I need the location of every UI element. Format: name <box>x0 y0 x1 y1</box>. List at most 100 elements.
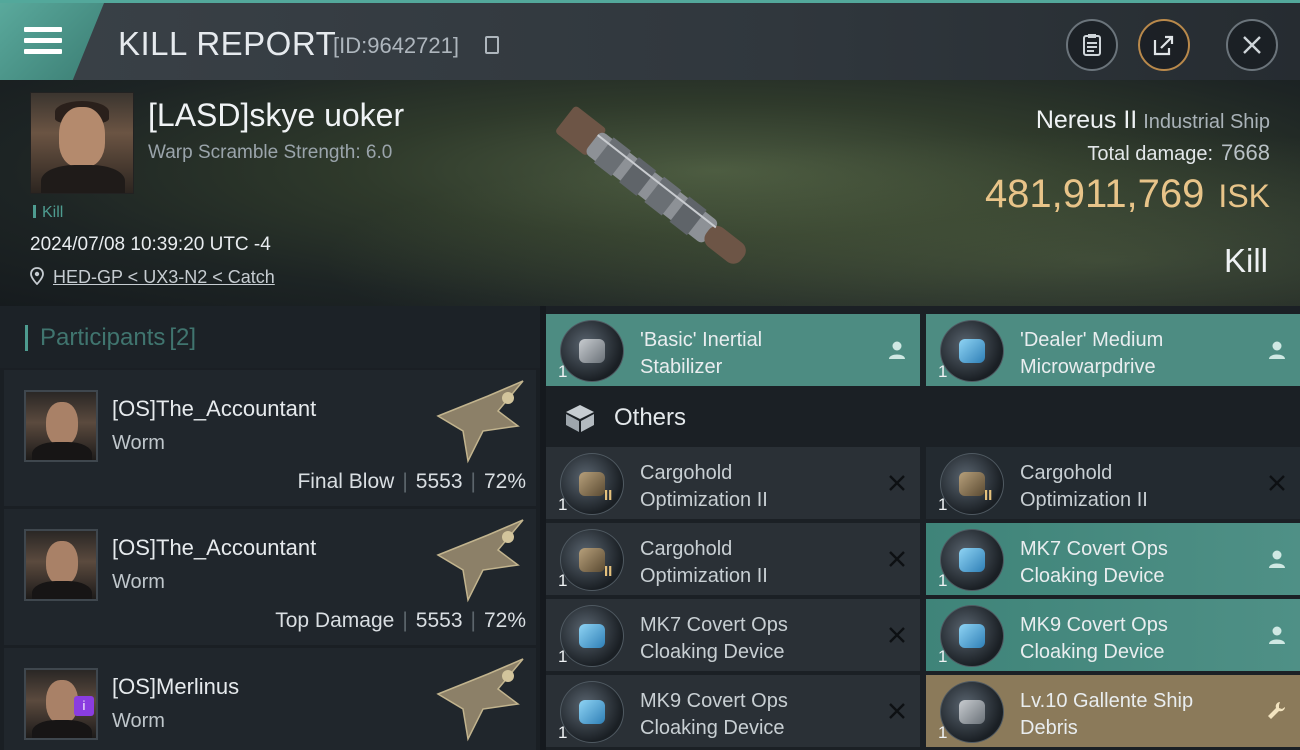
microwarpdrive-icon <box>940 320 1004 382</box>
share-button[interactable] <box>1138 19 1190 71</box>
item-name: MK9 Covert Ops Cloaking Device <box>1020 612 1168 666</box>
item-quantity: 1 <box>558 571 568 590</box>
victim-name[interactable]: [LASD]skye uoker <box>148 97 404 134</box>
item-quantity: 1 <box>558 362 568 381</box>
item-name: MK7 Covert Ops Cloaking Device <box>1020 536 1168 590</box>
item-name-line2: Debris <box>1020 717 1078 739</box>
participants-panel: Participants [2] [OS]The_Accountant Worm … <box>0 306 540 750</box>
participant-name: [OS]The_Accountant <box>112 535 317 560</box>
participant-ship: Worm <box>112 710 165 732</box>
item-name-line2: Optimization II <box>640 489 768 511</box>
participant-stats: Final Blow | 5553 | 72% <box>297 470 526 493</box>
destroyed-x-icon <box>889 627 905 643</box>
item-card[interactable]: 1 MK9 Covert Ops Cloaking Device <box>546 675 920 747</box>
item-card[interactable]: 1 MK9 Covert Ops Cloaking Device <box>926 599 1300 671</box>
item-card[interactable]: 1 MK7 Covert Ops Cloaking Device <box>546 599 920 671</box>
report-id: [ID:9642721] <box>333 33 459 58</box>
item-quantity: 1 <box>558 495 568 514</box>
cloaking-device-icon <box>560 605 624 667</box>
victim-ship-name[interactable]: Nereus II Industrial Ship <box>1036 106 1270 135</box>
item-card[interactable]: 1 II Cargohold Optimization II <box>926 447 1300 519</box>
destroyed-x-icon <box>889 551 905 567</box>
participant-ship: Worm <box>112 571 165 593</box>
item-name: Lv.10 Gallente Ship Debris <box>1020 688 1193 742</box>
victim-ship-image[interactable] <box>530 90 780 290</box>
result-label: Kill <box>1223 242 1268 279</box>
item-name: 'Dealer' Medium Microwarpdrive <box>1020 327 1163 381</box>
item-name-line1: Lv.10 Gallente Ship <box>1020 690 1194 712</box>
ship-name-text: Nereus II <box>1035 106 1138 134</box>
copy-icon[interactable] <box>485 36 499 54</box>
item-quantity: 1 <box>558 647 568 666</box>
item-name-line1: 'Basic' Inertial <box>640 329 763 351</box>
participant-damage: 5553 <box>415 470 463 493</box>
inertial-stabilizer-icon <box>560 320 624 382</box>
page-title: KILL REPORT <box>118 25 337 62</box>
item-name-line1: MK9 Covert Ops <box>1020 614 1168 636</box>
item-name-line1: MK7 Covert Ops <box>640 614 788 636</box>
item-quantity: 1 <box>938 647 948 666</box>
item-name-line2: Cloaking Device <box>1020 565 1165 587</box>
item-name-line1: Cargohold <box>640 538 733 560</box>
item-name: Cargohold Optimization II <box>1020 460 1148 514</box>
participant-row[interactable]: [OS]The_Accountant Worm Final Blow | 5553 |… <box>4 370 536 506</box>
item-card[interactable]: 1 'Dealer' Medium Microwarpdrive <box>926 314 1300 386</box>
participant-role: Final Blow <box>297 470 395 493</box>
kill-location-link[interactable]: HED-GP < UX3-N2 < Catch <box>53 267 275 288</box>
cargohold-optimization-icon <box>560 453 624 515</box>
participant-row[interactable]: [OS]The_Accountant Worm Top Damage | 5553 |… <box>4 509 536 645</box>
item-card[interactable]: 1 II Cargohold Optimization II <box>546 523 920 595</box>
item-name-line2: Stabilizer <box>640 356 723 378</box>
others-title: Others <box>614 404 687 431</box>
warp-scramble-strength: Warp Scramble Strength: 6.0 <box>148 142 393 163</box>
ship-debris-icon <box>940 681 1004 743</box>
destroyed-x-icon <box>1269 475 1285 491</box>
hamburger-icon <box>24 27 62 55</box>
others-section-header: Others <box>546 388 1300 444</box>
item-card[interactable]: 1 MK7 Covert Ops Cloaking Device <box>926 523 1300 595</box>
pilot-icon <box>1269 550 1285 568</box>
participant-ship-image <box>436 519 524 603</box>
participant-portrait[interactable] <box>24 529 98 601</box>
info-badge-icon[interactable]: i <box>74 696 94 716</box>
destroyed-x-icon <box>889 475 905 491</box>
isk-amount: 481,911,769 <box>984 172 1205 216</box>
item-card[interactable]: 1 'Basic' Inertial Stabilizer <box>546 314 920 386</box>
item-quantity: 1 <box>938 723 948 742</box>
location-pin-icon <box>30 267 44 285</box>
items-panel: 1 'Basic' Inertial Stabilizer 1 'Dealer'… <box>546 306 1300 750</box>
item-name: Cargohold Optimization II <box>640 536 768 590</box>
cloaking-device-icon <box>940 529 1004 591</box>
close-button[interactable] <box>1226 19 1278 71</box>
clipboard-button[interactable] <box>1066 19 1118 71</box>
item-quantity: 1 <box>938 362 948 381</box>
item-name-line2: Microwarpdrive <box>1020 356 1156 378</box>
menu-button[interactable] <box>0 3 104 80</box>
item-name-line2: Cloaking Device <box>640 717 785 739</box>
item-tier: II <box>984 487 993 504</box>
item-name-line2: Optimization II <box>1020 489 1148 511</box>
cargo-box-icon <box>566 405 594 432</box>
isk-unit: ISK <box>1218 178 1270 214</box>
participant-name: [OS]Merlinus <box>112 674 240 699</box>
participant-ship: Worm <box>112 432 165 454</box>
participant-portrait[interactable] <box>24 390 98 462</box>
cloaking-device-icon <box>560 681 624 743</box>
participants-title-text: Participants <box>40 324 166 351</box>
participant-row[interactable]: i [OS]Merlinus Worm <box>4 648 536 750</box>
kill-datetime: 2024/07/08 10:39:20 UTC -4 <box>30 234 271 255</box>
pilot-icon <box>889 341 905 359</box>
pilot-icon <box>1269 626 1285 644</box>
victim-portrait[interactable] <box>30 92 134 194</box>
item-name-line2: Cloaking Device <box>1020 641 1165 663</box>
item-name: Cargohold Optimization II <box>640 460 768 514</box>
cargohold-optimization-icon <box>940 453 1004 515</box>
item-card[interactable]: 1 II Cargohold Optimization II <box>546 447 920 519</box>
item-card[interactable]: 1 Lv.10 Gallente Ship Debris <box>926 675 1300 747</box>
item-tier: II <box>604 487 613 504</box>
item-name-line1: Cargohold <box>1020 462 1113 484</box>
participant-percent: 72% <box>483 470 526 493</box>
item-quantity: 1 <box>938 495 948 514</box>
participant-role: Top Damage <box>275 609 395 632</box>
item-name-line1: 'Dealer' Medium <box>1020 329 1164 351</box>
